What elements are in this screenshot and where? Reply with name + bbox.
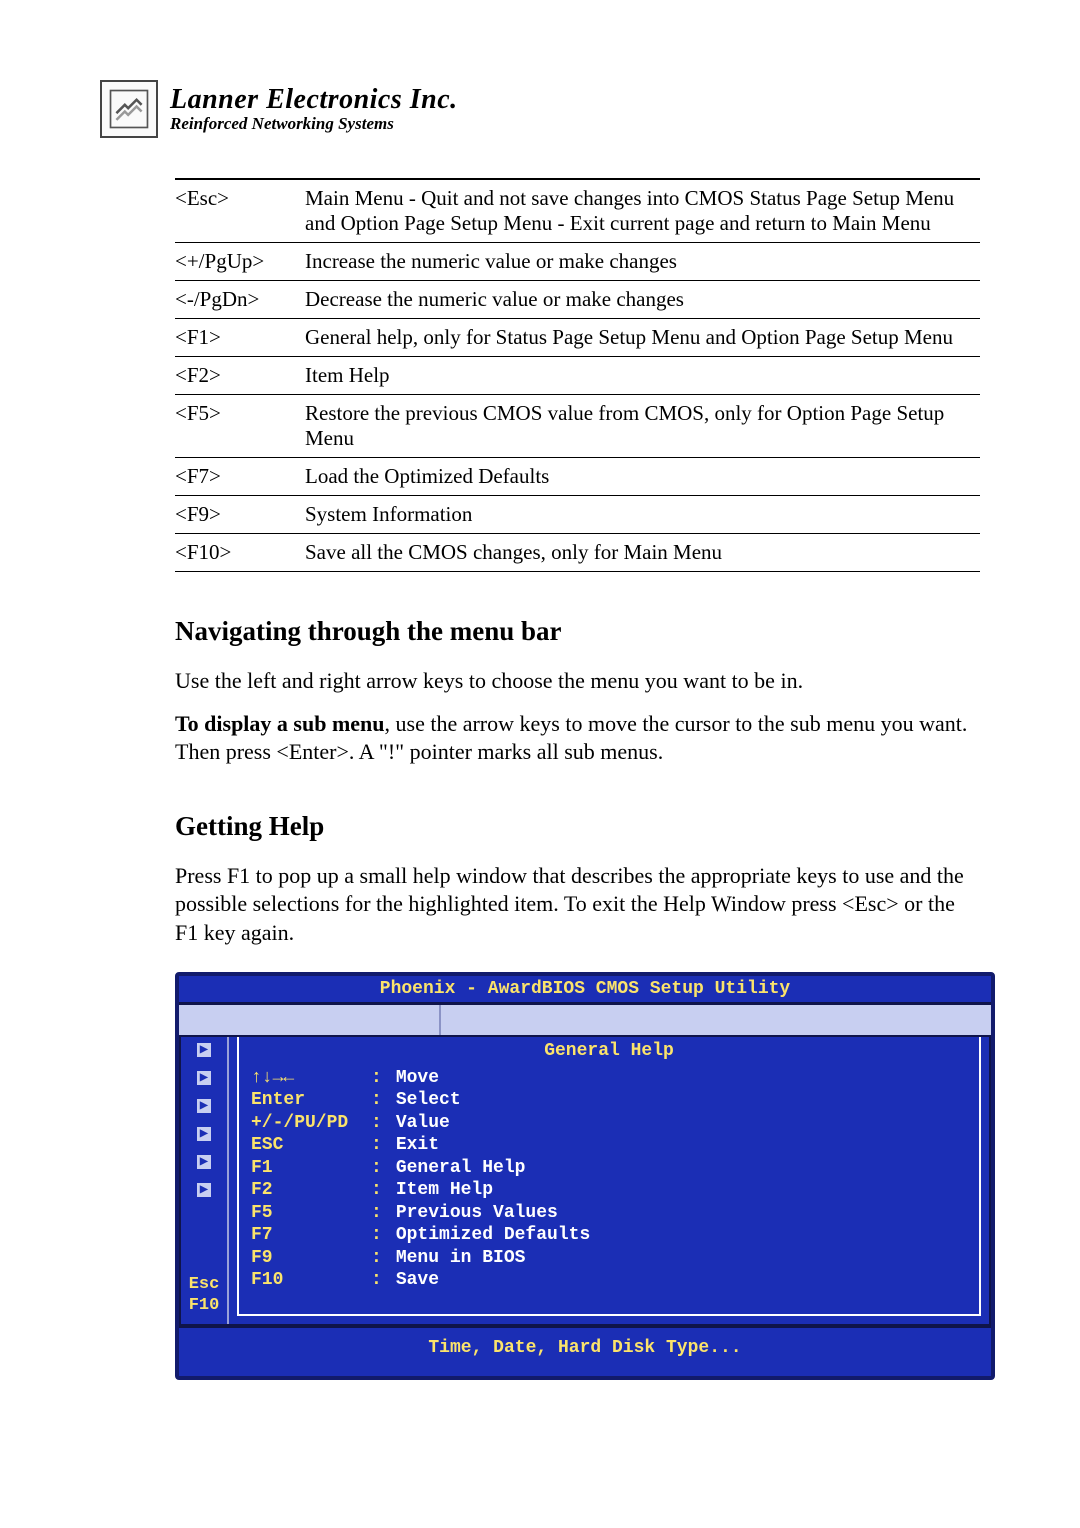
colon-separator: : — [371, 1202, 382, 1225]
bios-help-desc: Select — [396, 1089, 461, 1112]
bios-help-desc: Value — [396, 1112, 450, 1135]
section-heading-help: Getting Help — [175, 811, 980, 842]
table-row: <+/PgUp>Increase the numeric value or ma… — [175, 243, 980, 281]
bios-help-row: F9: Menu in BIOS — [239, 1247, 979, 1270]
shortcut-desc-cell: Save all the CMOS changes, only for Main… — [305, 534, 980, 572]
section-heading-nav: Navigating through the menu bar — [175, 616, 980, 647]
bios-help-desc: Previous Values — [396, 1202, 558, 1225]
bios-help-title: General Help — [239, 1037, 979, 1067]
bios-help-key: F9 — [251, 1247, 371, 1270]
bios-help-row: +/-/PU/PD: Value — [239, 1112, 979, 1135]
bios-help-panel: General Help ↑↓→←:MoveEnter:Select+/-/PU… — [237, 1035, 981, 1316]
shortcut-desc-cell: Item Help — [305, 357, 980, 395]
bios-help-desc: Item Help — [396, 1179, 493, 1202]
bios-footer: Time, Date, Hard Disk Type... — [179, 1326, 991, 1376]
bios-tab-strip — [179, 1005, 991, 1037]
bios-help-row: F1: General Help — [239, 1157, 979, 1180]
shortcut-key-cell: <F10> — [175, 534, 305, 572]
shortcut-desc-cell: Restore the previous CMOS value from CMO… — [305, 395, 980, 458]
colon-separator: : — [371, 1157, 382, 1180]
bios-help-key: F5 — [251, 1202, 371, 1225]
bios-help-desc: Move — [396, 1067, 439, 1090]
bios-help-key: F7 — [251, 1224, 371, 1247]
triangle-right-icon: ▶ — [197, 1183, 211, 1197]
nav-paragraph-2: To display a sub menu, use the arrow key… — [175, 710, 980, 767]
table-row: <F1>General help, only for Status Page S… — [175, 319, 980, 357]
bios-body: ▶ ▶ ▶ ▶ ▶ ▶ Esc F10 General Help ↑↓→←: Mo… — [179, 1037, 991, 1326]
brand-name: Lanner Electronics Inc. — [170, 84, 458, 116]
nav-paragraph-1: Use the left and right arrow keys to cho… — [175, 667, 980, 696]
colon-separator: : — [371, 1067, 382, 1090]
bios-help-key: F1 — [251, 1157, 371, 1180]
colon-separator: : — [371, 1179, 382, 1202]
side-key-esc: Esc — [189, 1276, 220, 1295]
bios-help-row: F5: Previous Values — [239, 1202, 979, 1225]
shortcut-desc-cell: General help, only for Status Page Setup… — [305, 319, 980, 357]
bios-help-row: F2: Item Help — [239, 1179, 979, 1202]
colon-separator: : — [371, 1224, 382, 1247]
shortcut-key-cell: <+/PgUp> — [175, 243, 305, 281]
triangle-right-icon: ▶ — [197, 1099, 211, 1113]
shortcut-key-cell: <F5> — [175, 395, 305, 458]
bios-help-row: ↑↓→←: Move — [239, 1067, 979, 1090]
side-key-f10: F10 — [189, 1297, 220, 1316]
shortcut-key-cell: <F9> — [175, 496, 305, 534]
colon-separator: : — [371, 1269, 382, 1292]
bios-help-desc: Menu in BIOS — [396, 1247, 526, 1270]
help-paragraph-1: Press F1 to pop up a small help window t… — [175, 862, 980, 948]
table-row: <Esc>Main Menu - Quit and not save chang… — [175, 179, 980, 243]
nav-p2-bold: To display a sub menu — [175, 711, 385, 736]
brand-text: Lanner Electronics Inc. Reinforced Netwo… — [170, 84, 458, 134]
bios-help-key: ↑↓→← — [251, 1067, 371, 1090]
shortcut-desc-cell: Main Menu - Quit and not save changes in… — [305, 179, 980, 243]
shortcut-desc-cell: Load the Optimized Defaults — [305, 458, 980, 496]
colon-separator: : — [371, 1247, 382, 1270]
bios-titlebar: Phoenix - AwardBIOS CMOS Setup Utility — [179, 976, 991, 1005]
bios-help-desc: Exit — [396, 1134, 439, 1157]
table-row: <-/PgDn>Decrease the numeric value or ma… — [175, 281, 980, 319]
bios-help-key: F2 — [251, 1179, 371, 1202]
key-shortcuts-table: <Esc>Main Menu - Quit and not save chang… — [175, 178, 980, 572]
shortcut-key-cell: <-/PgDn> — [175, 281, 305, 319]
bios-tab-divider — [439, 1005, 441, 1035]
shortcut-desc-cell: Increase the numeric value or make chang… — [305, 243, 980, 281]
shortcut-key-cell: <F7> — [175, 458, 305, 496]
bios-window: Phoenix - AwardBIOS CMOS Setup Utility ▶… — [175, 972, 995, 1380]
bios-help-key: F10 — [251, 1269, 371, 1292]
page-header: Lanner Electronics Inc. Reinforced Netwo… — [100, 80, 980, 138]
bios-help-row: F7: Optimized Defaults — [239, 1224, 979, 1247]
brand-name-prefix: Lanner — [170, 84, 259, 115]
bios-help-row: ESC: Exit — [239, 1134, 979, 1157]
bios-help-desc: Save — [396, 1269, 439, 1292]
brand-logo-icon — [100, 80, 158, 138]
table-row: <F9>System Information — [175, 496, 980, 534]
triangle-right-icon: ▶ — [197, 1043, 211, 1057]
colon-separator: : — [371, 1134, 382, 1157]
triangle-right-icon: ▶ — [197, 1127, 211, 1141]
bios-help-desc: General Help — [396, 1157, 526, 1180]
shortcut-desc-cell: System Information — [305, 496, 980, 534]
bios-help-row: F10: Save — [239, 1269, 979, 1292]
brand-name-suffix: Electronics Inc. — [259, 84, 458, 115]
table-row: <F7>Load the Optimized Defaults — [175, 458, 980, 496]
colon-separator: : — [371, 1112, 382, 1135]
bios-help-key: ESC — [251, 1134, 371, 1157]
bios-help-desc: Optimized Defaults — [396, 1224, 590, 1247]
table-row: <F2>Item Help — [175, 357, 980, 395]
bios-help-row: Enter: Select — [239, 1089, 979, 1112]
bios-help-key: Enter — [251, 1089, 371, 1112]
shortcut-key-cell: <F2> — [175, 357, 305, 395]
table-row: <F5>Restore the previous CMOS value from… — [175, 395, 980, 458]
shortcut-key-cell: <Esc> — [175, 179, 305, 243]
bios-help-key: +/-/PU/PD — [251, 1112, 371, 1135]
table-row: <F10>Save all the CMOS changes, only for… — [175, 534, 980, 572]
shortcut-key-cell: <F1> — [175, 319, 305, 357]
brand-tagline: Reinforced Networking Systems — [170, 114, 458, 134]
bios-side-column: ▶ ▶ ▶ ▶ ▶ ▶ Esc F10 — [181, 1037, 229, 1324]
colon-separator: : — [371, 1089, 382, 1112]
triangle-right-icon: ▶ — [197, 1071, 211, 1085]
shortcut-desc-cell: Decrease the numeric value or make chang… — [305, 281, 980, 319]
triangle-right-icon: ▶ — [197, 1155, 211, 1169]
